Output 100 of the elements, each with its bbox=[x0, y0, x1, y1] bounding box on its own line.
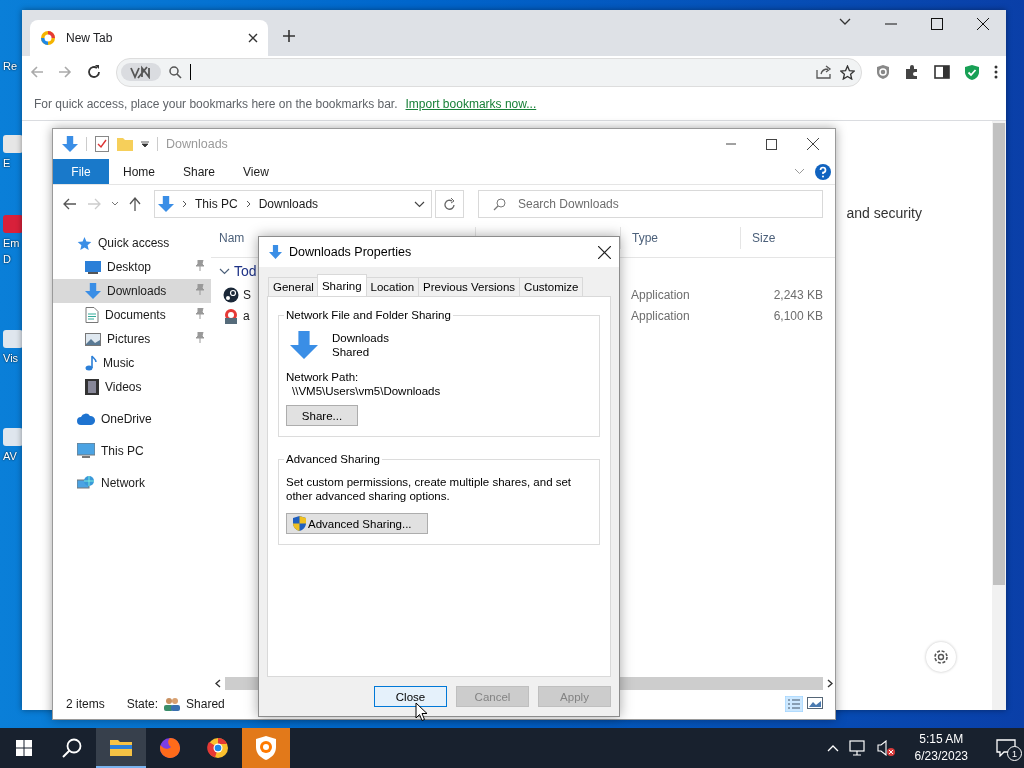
up-icon[interactable] bbox=[129, 197, 141, 211]
fox-globe-icon bbox=[159, 737, 181, 759]
app-icon bbox=[3, 428, 23, 446]
nav-item[interactable]: This PC bbox=[53, 439, 211, 463]
notification-count: 1 bbox=[1007, 746, 1022, 761]
close-icon[interactable] bbox=[248, 33, 258, 43]
customize-button[interactable] bbox=[926, 642, 956, 672]
network-path: \\VM5\Users\vm5\Downloads bbox=[292, 385, 442, 397]
nav-item[interactable]: OneDrive bbox=[53, 407, 211, 431]
dialog-tab[interactable]: Customize bbox=[519, 277, 584, 296]
file-type: Application bbox=[630, 287, 691, 302]
scrollbar[interactable] bbox=[992, 121, 1006, 710]
show-hidden-icons-icon[interactable] bbox=[826, 744, 839, 752]
import-bookmarks-link[interactable]: Import bookmarks now... bbox=[405, 97, 537, 111]
window-title: Downloads bbox=[166, 137, 229, 151]
nav-item[interactable]: Desktop bbox=[53, 255, 211, 279]
search-icon bbox=[493, 197, 506, 211]
app-icon bbox=[3, 215, 23, 233]
breadcrumb-item[interactable]: This PC bbox=[195, 197, 238, 211]
refresh-button[interactable] bbox=[435, 190, 464, 218]
browser-tab[interactable]: New Tab bbox=[30, 20, 268, 56]
muted-speaker-icon[interactable] bbox=[876, 740, 895, 756]
icon-label: Vis bbox=[3, 351, 19, 366]
shield-check-icon[interactable] bbox=[964, 63, 980, 81]
dialog-button[interactable]: Close bbox=[374, 686, 447, 707]
bookmark-star-icon[interactable] bbox=[840, 64, 855, 80]
bookmarks-hint: For quick access, place your bookmarks here on the bookmarks bar. bbox=[34, 97, 398, 111]
breadcrumb-item[interactable]: Downloads bbox=[258, 197, 319, 211]
installer-icon bbox=[223, 307, 239, 324]
app-icon bbox=[3, 135, 23, 153]
help-icon[interactable] bbox=[815, 163, 831, 180]
close-icon[interactable] bbox=[807, 138, 819, 150]
shield-extension-icon[interactable] bbox=[876, 64, 890, 80]
document-icon bbox=[85, 307, 99, 323]
reload-icon[interactable] bbox=[86, 64, 102, 80]
file-type: Application bbox=[630, 308, 691, 323]
nav-item[interactable]: Pictures bbox=[53, 327, 211, 351]
large-icons-view-icon[interactable] bbox=[807, 696, 823, 710]
checklist-icon[interactable] bbox=[95, 136, 109, 152]
icon-label: Em bbox=[3, 236, 20, 251]
folder-name: Downloads bbox=[332, 332, 389, 344]
search-field[interactable]: Search Downloads bbox=[478, 190, 823, 218]
pin-icon bbox=[195, 332, 205, 343]
ribbon-tab[interactable]: Share bbox=[169, 159, 230, 184]
network-icon bbox=[77, 475, 95, 491]
tab-search-icon[interactable] bbox=[839, 18, 851, 26]
back-icon[interactable] bbox=[63, 198, 77, 210]
side-panel-icon[interactable] bbox=[934, 65, 950, 79]
nav-item[interactable]: Network bbox=[53, 471, 211, 495]
network-icon[interactable] bbox=[848, 740, 867, 756]
recent-locations-icon[interactable] bbox=[111, 201, 119, 207]
advanced-sharing-button[interactable]: Advanced Sharing... bbox=[286, 513, 428, 534]
close-icon[interactable] bbox=[977, 18, 989, 30]
nav-item[interactable]: Documents bbox=[53, 303, 211, 327]
file-tab[interactable]: File bbox=[53, 159, 109, 184]
scroll-right-icon bbox=[827, 679, 833, 688]
download-arrow-icon[interactable] bbox=[62, 136, 78, 152]
star-icon bbox=[77, 235, 92, 251]
notification-icon[interactable] bbox=[996, 739, 1016, 757]
taskbar-app[interactable] bbox=[96, 728, 146, 768]
dropdown-icon[interactable] bbox=[141, 141, 149, 147]
clock-date[interactable]: 6/23/2023 bbox=[914, 748, 968, 765]
group-header[interactable]: Tod bbox=[234, 263, 257, 279]
new-tab-icon[interactable] bbox=[282, 29, 296, 43]
ribbon-tab[interactable]: Home bbox=[109, 159, 169, 184]
column-header[interactable]: Size bbox=[740, 227, 834, 249]
share-button[interactable]: Share... bbox=[286, 405, 358, 426]
icon-label: E bbox=[3, 156, 11, 171]
download-arrow-icon bbox=[269, 245, 282, 259]
share-state: Shared bbox=[332, 346, 371, 358]
state-label: State: bbox=[126, 697, 159, 711]
menu-icon[interactable] bbox=[994, 65, 998, 79]
shared-users-icon bbox=[164, 697, 181, 711]
close-icon[interactable] bbox=[598, 245, 611, 259]
music-note-icon bbox=[85, 355, 97, 371]
search-icon bbox=[62, 738, 82, 758]
dialog-tab[interactable]: Sharing bbox=[316, 274, 367, 296]
maximize-icon[interactable] bbox=[931, 18, 943, 30]
shield-browser-icon bbox=[255, 736, 277, 760]
chevron-icon bbox=[182, 200, 187, 208]
share-icon[interactable] bbox=[816, 65, 832, 79]
steam-icon bbox=[223, 286, 239, 303]
address-field[interactable]: This PC Downloads bbox=[154, 190, 432, 218]
puzzle-icon[interactable] bbox=[904, 64, 920, 80]
column-header[interactable]: Nam bbox=[219, 231, 245, 245]
expand-ribbon-icon[interactable] bbox=[794, 168, 805, 175]
file-name[interactable]: S bbox=[243, 287, 251, 302]
dialog-tab[interactable]: General bbox=[268, 277, 319, 296]
file-name[interactable]: a bbox=[243, 308, 250, 323]
app-icon bbox=[3, 330, 23, 348]
file-size: 6,100 KB bbox=[772, 308, 823, 323]
nav-item[interactable]: Music bbox=[53, 351, 211, 375]
clock-time[interactable]: 5:15 AM bbox=[919, 731, 964, 748]
nav-item[interactable]: Quick access bbox=[53, 231, 211, 255]
nav-item[interactable]: Videos bbox=[53, 375, 211, 399]
maximize-icon[interactable] bbox=[766, 138, 777, 150]
ribbon-tab[interactable]: View bbox=[229, 159, 283, 184]
nav-item[interactable]: Downloads bbox=[53, 279, 211, 303]
vpn-icon[interactable] bbox=[129, 65, 153, 79]
desktop-icon bbox=[85, 260, 101, 274]
